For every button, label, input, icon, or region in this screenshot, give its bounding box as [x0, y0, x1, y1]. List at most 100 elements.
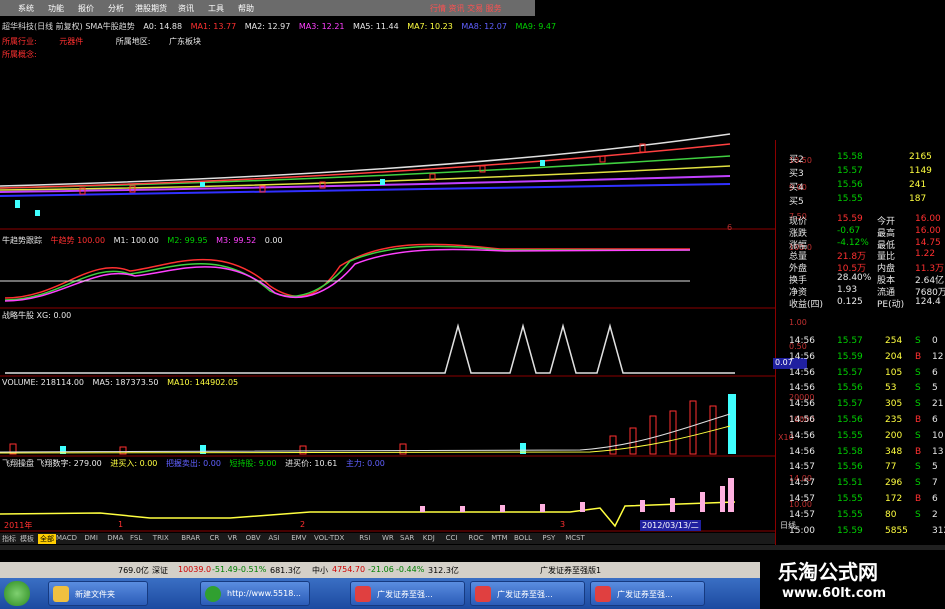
tab-mtm[interactable]: MTM — [491, 534, 507, 542]
stat-row-cell: 15.59 — [837, 214, 863, 224]
bid-row-cell: 买5 — [789, 197, 804, 207]
tick-row-cell: 15.51 — [837, 478, 863, 489]
taskbar-gf-1-label: 广发证券至强... — [377, 590, 433, 599]
tab-vr[interactable]: VR — [228, 534, 238, 542]
tick-row-cell: S — [915, 462, 921, 473]
gf-app-icon — [475, 586, 491, 602]
tick-row-cell: S — [915, 478, 921, 489]
tab-roc[interactable]: ROC — [468, 534, 483, 542]
taskbar-gf-3[interactable]: 广发证券至强... — [590, 581, 705, 606]
tab-asi[interactable]: ASI — [268, 534, 279, 542]
menu-right-links[interactable]: 行情 资讯 交易 服务 — [430, 3, 502, 14]
panel3-name: 战略牛股 XG: 0.00 — [2, 311, 72, 320]
tick-row: 14:56 15.55 200 S 10 — [787, 431, 945, 443]
taskbar-folder[interactable]: 新建文件夹 — [48, 581, 148, 606]
menu-quote[interactable]: 报价 — [78, 3, 94, 14]
bid-row-cell: 买3 — [789, 169, 804, 179]
tick-row-cell: 21 — [932, 399, 944, 410]
status-item: 4754.70 — [332, 565, 366, 574]
tab-emv[interactable]: EMV — [291, 534, 306, 542]
tick-row: 14:56 15.56 53 S 5 — [787, 383, 945, 395]
tab-sar[interactable]: SAR — [400, 534, 414, 542]
tab-obv[interactable]: OBV — [246, 534, 261, 542]
bid-row-cell: 15.58 — [837, 152, 863, 162]
stat-row-cell: 1.93 — [837, 284, 858, 295]
tab-指标[interactable]: 指标 — [2, 534, 16, 544]
watermark-title: 乐淘公式网 — [778, 560, 878, 584]
watermark-url: www.60lt.com — [782, 586, 887, 601]
tab-dma[interactable]: DMA — [107, 534, 123, 542]
tab-macd[interactable]: MACD — [56, 534, 77, 542]
tab-cci[interactable]: CCI — [446, 534, 458, 542]
menu-hk-futures[interactable]: 港股期货 — [135, 3, 167, 14]
tab-kdj[interactable]: KDJ — [423, 534, 435, 542]
tick-row-cell: 15.59 — [837, 525, 863, 536]
tab-cr[interactable]: CR — [210, 534, 220, 542]
tick-row-cell: 14:56 — [789, 446, 815, 457]
tab-boll[interactable]: BOLL — [514, 534, 532, 542]
tick-row-cell: 254 — [885, 336, 903, 346]
stat-row-cell: 14.75 — [915, 237, 941, 248]
status-item: 中小 — [312, 566, 328, 575]
start-button[interactable] — [4, 581, 30, 606]
tick-row-cell: S — [915, 399, 921, 410]
tick-row-cell: 5855 — [885, 525, 908, 536]
tab-trix[interactable]: TRIX — [153, 534, 169, 542]
date-month-3: 3 — [560, 520, 566, 529]
tab-mcst[interactable]: MCST — [565, 534, 585, 542]
tick-row: 14:56 15.57 254 S 0 — [787, 336, 945, 348]
panel2-v4: 0.00 — [264, 236, 283, 245]
tick-row-cell: 204 — [885, 351, 903, 362]
menu-function[interactable]: 功能 — [48, 3, 64, 14]
stat-row: 净资 1.93 流通 7680万 — [787, 284, 945, 298]
tab-rsi[interactable]: RSI — [359, 534, 370, 542]
tab-vol-tdx[interactable]: VOL-TDX — [314, 534, 344, 542]
operation-bars — [420, 478, 734, 512]
tab-brar[interactable]: BRAR — [181, 534, 200, 542]
stat-row: 涨幅 -4.12% 最低 14.75 — [787, 237, 945, 251]
status-item: 广发证券至强版1 — [540, 566, 602, 575]
panel2-title: 牛趋势跟踪 牛趋势 100.00 M1: 100.00 M2: 99.95 M3… — [2, 235, 289, 246]
menu-help[interactable]: 帮助 — [238, 3, 254, 14]
tick-row-cell: 5 — [932, 383, 938, 394]
tick-row-cell: 15.55 — [837, 430, 863, 441]
tick-row-cell: 14:57 — [789, 478, 815, 489]
taskbar-browser-label: http://www.5518... — [227, 589, 301, 598]
menu-system[interactable]: 系统 — [18, 3, 34, 14]
tick-row: 15:00 15.59 5855 312 — [787, 526, 945, 538]
panel2-name: 牛趋势跟踪 — [2, 236, 42, 245]
bid-row-cell: 买2 — [789, 155, 804, 165]
tick-row-cell: 15.55 — [837, 494, 863, 504]
tab-wr[interactable]: WR — [382, 534, 394, 542]
tick-row-cell: 14:57 — [789, 462, 815, 473]
volume-ma10: MA10: 144902.05 — [167, 378, 239, 387]
tick-row: 14:56 15.57 105 S 6 — [787, 368, 945, 380]
tick-row-cell: 15:00 — [789, 525, 815, 536]
tab-模板[interactable]: 模板 — [20, 534, 34, 544]
tick-row-cell: 7 — [932, 478, 938, 489]
taskbar-gf-1[interactable]: 广发证券至强... — [350, 581, 465, 606]
tick-row-cell: 0 — [932, 336, 938, 346]
taskbar-gf-2[interactable]: 广发证券至强... — [470, 581, 585, 606]
tick-row-cell: S — [915, 336, 921, 346]
stat-row-cell: 124.4 — [915, 296, 941, 307]
current-date: 2012/03/13/二 — [640, 520, 701, 531]
taskbar-browser[interactable]: http://www.5518... — [200, 581, 310, 606]
tab-dmi[interactable]: DMI — [84, 534, 98, 542]
panel2-v1: M1: 100.00 — [113, 236, 159, 245]
panel5-v1: 把握卖出: 0.00 — [165, 459, 221, 468]
menu-tools[interactable]: 工具 — [208, 3, 224, 14]
tick-row: 14:56 15.56 235 B 6 — [787, 415, 945, 427]
panel2-v3: M3: 99.52 — [216, 236, 257, 245]
folder-icon — [53, 586, 69, 602]
menu-news[interactable]: 资讯 — [178, 3, 194, 14]
tab-全部[interactable]: 全部 — [38, 534, 56, 544]
stat-row: 总量 21.8万 量比 1.22 — [787, 249, 945, 262]
status-item: 769.0亿 — [118, 566, 149, 575]
menu-analysis[interactable]: 分析 — [108, 3, 124, 14]
volume-bars — [9, 394, 736, 455]
tab-fsl[interactable]: FSL — [130, 534, 142, 542]
tick-row-cell: 312 — [932, 525, 945, 536]
chart-area[interactable]: 超华科技(日线 前复权) SMA牛股趋势 A0: 14.88 MA1: 13.7… — [0, 16, 775, 550]
tab-psy[interactable]: PSY — [542, 534, 555, 542]
